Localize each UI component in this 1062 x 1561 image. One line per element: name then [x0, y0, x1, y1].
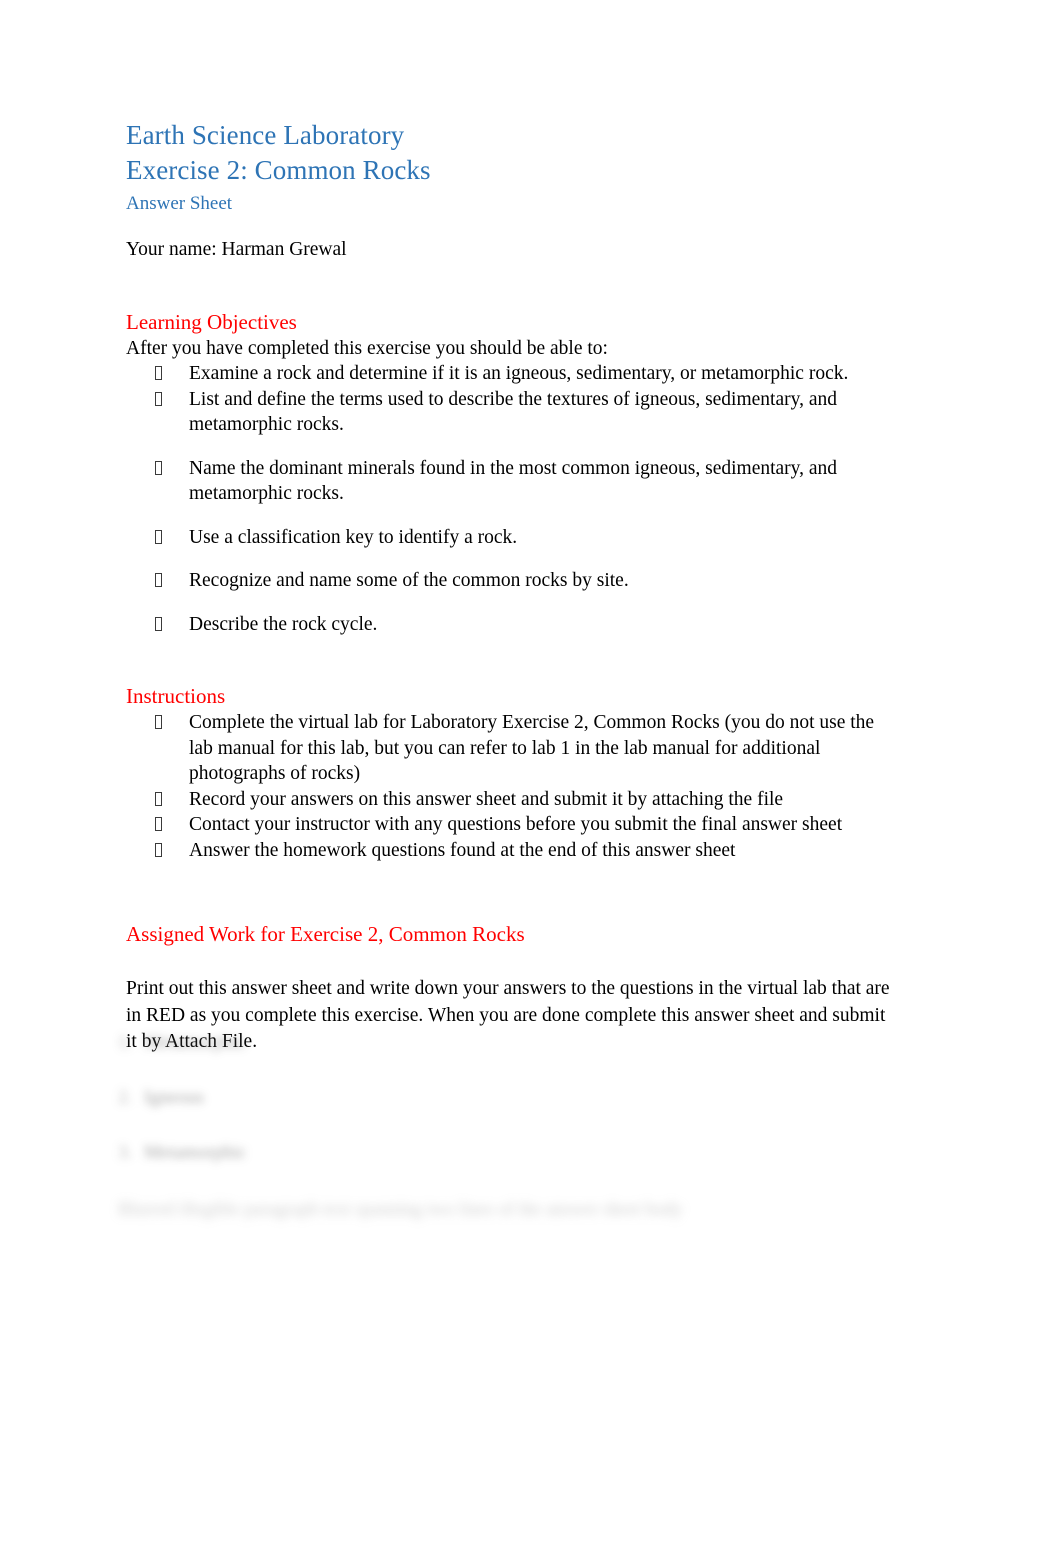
list-item: Recognize and name some of the common ro…: [126, 568, 898, 594]
list-item: Record your answers on this answer sheet…: [126, 787, 898, 813]
redacted-answer-number: 3.: [118, 1142, 133, 1163]
list-item: Contact your instructor with any questio…: [126, 812, 898, 838]
learning-objectives-list: Examine a rock and determine if it is an…: [126, 361, 898, 637]
notdef-box-bullet-icon: [155, 366, 162, 380]
notdef-box-bullet-icon: [155, 791, 162, 806]
list-item: List and define the terms used to descri…: [126, 387, 898, 438]
list-item: Examine a rock and determine if it is an…: [126, 361, 898, 387]
redacted-answer-item: 1. Metamorphic: [118, 1030, 918, 1055]
list-item-text: Contact your instructor with any questio…: [189, 814, 843, 835]
list-item-text: Answer the homework questions found at t…: [189, 839, 736, 861]
list-item: Complete the virtual lab for Laboratory …: [126, 710, 898, 787]
redacted-answers-region: 1. Metamorphic 2. Igneous 3. Metamorphic Bl…: [118, 1030, 918, 1223]
list-item-text: Record your answers on this answer sheet…: [189, 788, 784, 810]
document-page: Earth Science Laboratory Exercise 2: Com…: [0, 0, 1062, 1561]
list-item: Answer the homework questions found at t…: [126, 838, 898, 864]
notdef-box-bullet-icon: [155, 529, 162, 544]
redacted-answer-number: 1.: [118, 1032, 133, 1053]
notdef-box-bullet-icon: [155, 573, 162, 587]
redacted-answer-text: Igneous: [144, 1087, 205, 1108]
learning-objectives-lead-in: After you have completed this exercise y…: [126, 338, 608, 359]
list-item-text: Describe the rock cycle.: [189, 613, 378, 635]
list-item-text: List and define the terms used to descri…: [189, 388, 838, 436]
redacted-answer-number: 2.: [118, 1087, 133, 1108]
instructions-list: Complete the virtual lab for Laboratory …: [126, 710, 898, 863]
notdef-box-bullet-icon: [155, 391, 162, 406]
redacted-answer-item: 2. Igneous: [118, 1085, 918, 1110]
notdef-box-bullet-icon: [155, 842, 162, 857]
list-item-text: Examine a rock and determine if it is an…: [189, 363, 849, 384]
assigned-work-heading: Assigned Work for Exercise 2, Common Roc…: [126, 922, 525, 946]
redacted-answer-text: Metamorphic: [144, 1142, 247, 1163]
instructions-heading: Instructions: [126, 684, 226, 708]
document-subtitle: Answer Sheet: [126, 193, 233, 214]
notdef-box-bullet-icon: [155, 616, 162, 631]
notdef-box-bullet-icon: [155, 817, 162, 831]
list-item: Use a classification key to identify a r…: [126, 525, 898, 551]
list-item-text: Complete the virtual lab for Laboratory …: [189, 712, 875, 784]
document-title-line-1: Earth Science Laboratory: [126, 120, 405, 150]
list-item-text: Name the dominant minerals found in the …: [189, 457, 838, 505]
list-item: Describe the rock cycle.: [126, 612, 898, 638]
list-item: Name the dominant minerals found in the …: [126, 456, 898, 507]
list-item-text: Recognize and name some of the common ro…: [189, 570, 629, 591]
redacted-answer-item: 3. Metamorphic: [118, 1140, 918, 1165]
student-name-line: Your name: Harman Grewal: [126, 239, 347, 260]
document-body: Earth Science Laboratory Exercise 2: Com…: [126, 118, 898, 1056]
redacted-paragraph: Blurred illegible paragraph text spannin…: [118, 1200, 683, 1220]
document-title-line-2: Exercise 2: Common Rocks: [126, 155, 431, 185]
notdef-box-bullet-icon: [155, 715, 162, 729]
learning-objectives-heading: Learning Objectives: [126, 310, 297, 334]
list-item-text: Use a classification key to identify a r…: [189, 526, 518, 548]
redacted-answer-text: Metamorphic: [144, 1032, 247, 1053]
notdef-box-bullet-icon: [155, 460, 162, 475]
